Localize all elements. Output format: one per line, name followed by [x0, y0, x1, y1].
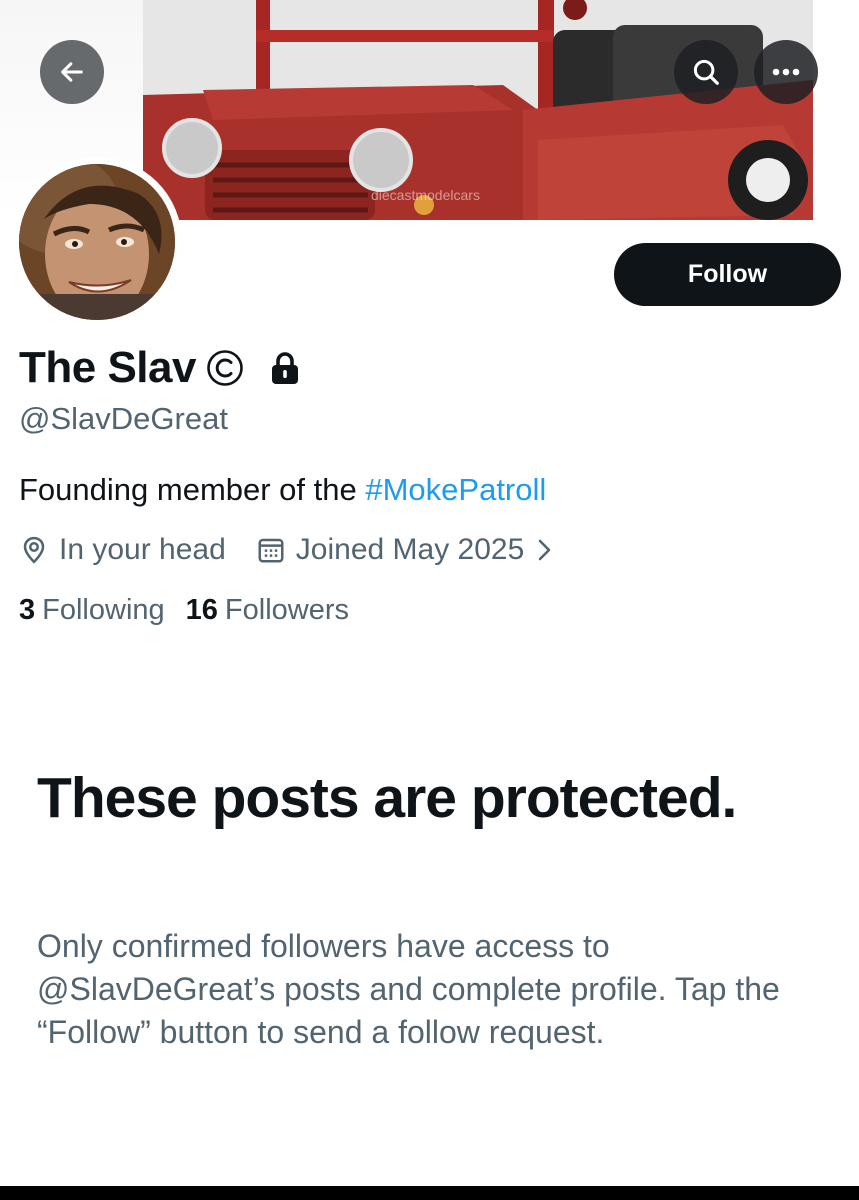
- circled-c-icon: [207, 350, 243, 386]
- calendar-icon: [258, 538, 284, 563]
- following-label: Following: [42, 594, 165, 626]
- lock-icon: [271, 352, 298, 384]
- more-horizontal-icon: [772, 68, 800, 76]
- bio-hashtag-link[interactable]: #MokePatroll: [365, 472, 546, 507]
- search-button[interactable]: [674, 40, 738, 104]
- banner-image: diecastmodelcars: [143, 0, 813, 220]
- profile-handle: @SlavDeGreat: [19, 401, 228, 436]
- profile-bio: Founding member of the #MokePatroll: [19, 472, 546, 508]
- display-name: The Slav: [19, 343, 196, 392]
- location-pin-icon: [23, 536, 45, 564]
- arrow-left-icon: [61, 62, 83, 82]
- avatar-container[interactable]: [12, 157, 182, 327]
- name-row: The Slav: [19, 340, 300, 396]
- protected-posts-message: Only confirmed followers have access to …: [37, 928, 780, 1050]
- follow-counts: 3 Following 16 Followers: [19, 594, 349, 627]
- followers-link[interactable]: 16 Followers: [186, 594, 349, 627]
- following-link[interactable]: 3 Following: [19, 594, 165, 627]
- back-button[interactable]: [40, 40, 104, 104]
- avatar: [19, 164, 175, 320]
- chevron-right-icon: [538, 539, 551, 561]
- followers-count: 16: [185, 594, 218, 626]
- bio-text: Founding member of the: [19, 472, 366, 507]
- joined-text: Joined May 2025: [295, 533, 525, 566]
- protected-posts-title: These posts are protected.: [37, 766, 737, 830]
- location-text: In your head: [59, 533, 226, 566]
- search-icon: [693, 59, 719, 85]
- bottom-edge-bar: [0, 1186, 859, 1200]
- more-options-button[interactable]: [754, 40, 818, 104]
- following-count: 3: [19, 594, 36, 626]
- banner-watermark: diecastmodelcars: [371, 187, 480, 203]
- location-item: In your head: [19, 533, 226, 567]
- follow-button[interactable]: Follow: [614, 243, 841, 306]
- profile-meta: In your head Joined May 2025: [19, 530, 556, 570]
- followers-label: Followers: [224, 594, 349, 626]
- joined-date-link[interactable]: Joined May 2025: [256, 533, 557, 567]
